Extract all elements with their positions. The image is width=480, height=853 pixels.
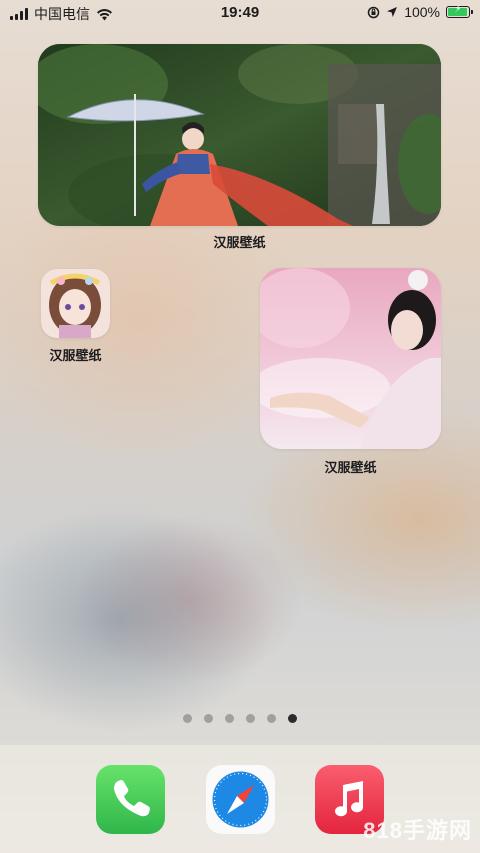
page-dot[interactable] — [267, 714, 276, 723]
charging-bolt-icon: ⚡ — [454, 4, 462, 15]
hanfu-pink-photo — [260, 268, 441, 449]
battery-percent: 100% — [404, 4, 440, 20]
page-dot[interactable] — [246, 714, 255, 723]
widget-label-small: 汉服壁纸 — [49, 348, 102, 363]
hanfu-umbrella-photo — [38, 44, 441, 226]
safari-app[interactable] — [206, 765, 275, 834]
wallpaper-app-icon[interactable] — [41, 269, 110, 338]
page-dot[interactable] — [288, 714, 297, 723]
status-bar: 中国电信 19:49 100% ⚡ — [0, 0, 480, 26]
widget-label-medium: 汉服壁纸 — [324, 460, 377, 475]
widget-label-large: 汉服壁纸 — [213, 235, 266, 250]
battery-icon: ⚡ — [446, 4, 473, 18]
watermark: 818手游网 — [363, 818, 472, 843]
phone-icon — [114, 780, 150, 817]
rotation-lock-icon — [367, 6, 380, 18]
phone-app[interactable] — [96, 765, 165, 834]
page-dot[interactable] — [183, 714, 192, 723]
anime-girl-icon — [41, 269, 110, 338]
page-dot[interactable] — [204, 714, 213, 723]
status-right: 100% ⚡ — [367, 4, 473, 20]
safari-icon — [212, 771, 269, 828]
wallpaper-widget-medium[interactable] — [260, 268, 441, 449]
page-dot[interactable] — [225, 714, 234, 723]
location-icon — [387, 7, 398, 17]
page-indicator[interactable] — [0, 714, 480, 723]
wallpaper-widget-large[interactable] — [38, 44, 441, 226]
dock: 818手游网 — [0, 745, 480, 853]
